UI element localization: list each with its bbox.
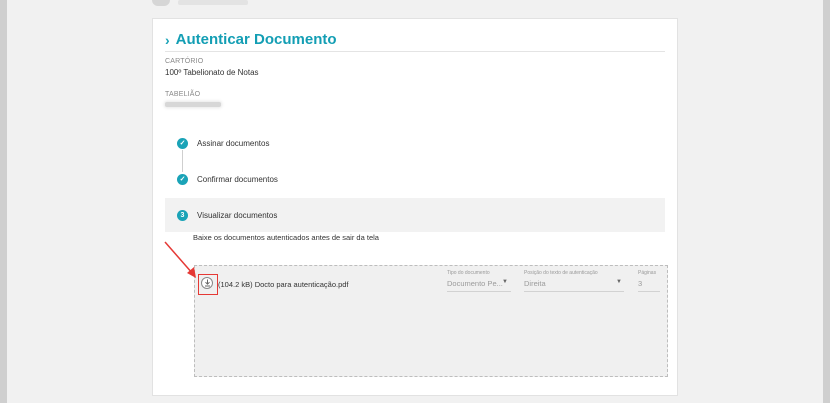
check-icon: ✓ (177, 173, 188, 185)
check-icon: ✓ (177, 137, 188, 149)
step-confirmar[interactable]: ✓ Confirmar documentos (165, 162, 665, 196)
cartorio-label: CARTÓRIO (165, 58, 204, 65)
document-size: (104.2 kB) (218, 280, 253, 289)
cartorio-value: 100º Tabelionato de Notas (165, 68, 259, 77)
step-label: Visualizar documentos (197, 210, 278, 220)
page-title-row: › Autenticar Documento (165, 31, 337, 48)
step-visualizar[interactable]: 3 Visualizar documentos (165, 198, 665, 232)
document-panel: (104.2 kB) Docto para autenticação.pdf T… (194, 265, 668, 377)
paginas-value: 3 (638, 279, 643, 288)
posicao-underline (524, 291, 624, 292)
window-frame-right (823, 0, 830, 403)
download-highlight-box (198, 274, 218, 295)
tabeliao-value-obscured (165, 102, 221, 107)
page-title: Autenticar Documento (175, 31, 337, 48)
step-label: Confirmar documentos (197, 174, 278, 184)
document-filename: Docto para autenticação.pdf (254, 280, 349, 289)
step-label: Assinar documentos (197, 138, 270, 148)
chevron-down-icon[interactable]: ▼ (502, 279, 508, 285)
posicao-label: Posição do texto de autenticação (524, 270, 598, 276)
tabeliao-label: TABELIÃO (165, 91, 201, 98)
step-number: 3 (177, 209, 188, 221)
authenticate-document-card: › Autenticar Documento CARTÓRIO 100º Tab… (152, 18, 678, 396)
title-divider (165, 51, 665, 52)
tipo-underline (447, 291, 511, 292)
posicao-select[interactable]: Direita (524, 279, 546, 288)
header-text-obscured (178, 0, 248, 5)
paginas-underline (638, 291, 660, 292)
download-instruction: Baixe os documentos autenticados antes d… (193, 233, 379, 242)
chevron-down-icon[interactable]: ▼ (616, 279, 622, 285)
tipo-select[interactable]: Documento Pe... (447, 279, 503, 288)
paginas-label: Páginas (638, 270, 657, 276)
step-assinar[interactable]: ✓ Assinar documentos (165, 126, 665, 160)
document-file: (104.2 kB) Docto para autenticação.pdf (218, 280, 349, 289)
tipo-label: Tipo do documento (447, 270, 490, 276)
window-frame-left (0, 0, 7, 403)
chevron-right-icon: › (165, 31, 170, 48)
